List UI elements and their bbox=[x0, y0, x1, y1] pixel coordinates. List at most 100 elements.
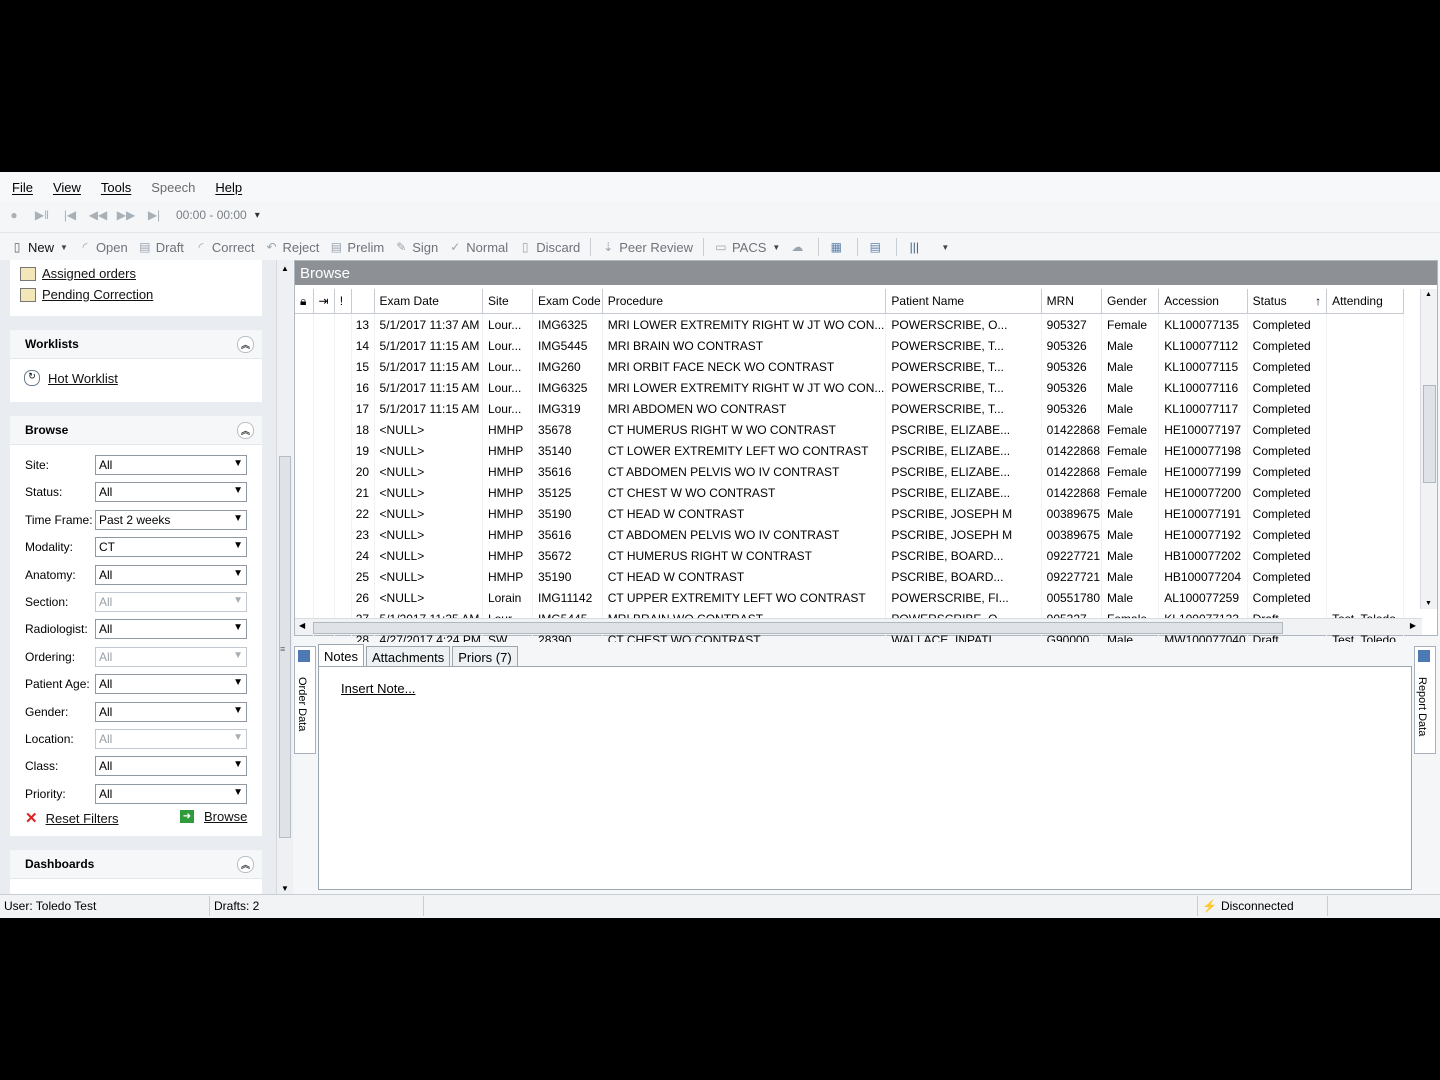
scroll-down-icon[interactable]: ▼ bbox=[1425, 600, 1432, 607]
grid-view-button[interactable]: ▦ bbox=[829, 240, 847, 254]
splitter-grip-icon[interactable]: ≡ bbox=[280, 644, 285, 654]
browse-header[interactable]: Browse ︽ bbox=[10, 416, 262, 445]
discard-button[interactable]: ▯ Discard bbox=[518, 240, 580, 255]
reject-button[interactable]: ↶ Reject bbox=[265, 240, 320, 255]
filter-select-patient-age[interactable]: All ▼ bbox=[95, 674, 247, 695]
skip-start-icon[interactable]: |◀ bbox=[56, 208, 84, 222]
filter-select-priority[interactable]: All ▼ bbox=[95, 783, 247, 804]
table-row[interactable]: 21 <NULL> HMHP 35125 CT CHEST W WO CONTRAST P… bbox=[295, 482, 1437, 503]
grid-horizontal-scrollbar[interactable]: ◀ ▶ bbox=[295, 618, 1422, 635]
table-row[interactable]: 26 <NULL> Lorain IMG11142 CT UPPER EXTREMITY… bbox=[295, 587, 1437, 608]
row-number-column-header[interactable] bbox=[351, 289, 375, 314]
rewind-icon[interactable]: ◀◀ bbox=[84, 208, 112, 222]
collapse-icon[interactable]: ︽ bbox=[237, 421, 254, 439]
column-header-accession[interactable]: Accession bbox=[1158, 289, 1248, 314]
column-header-exam-date[interactable]: Exam Date bbox=[374, 289, 483, 314]
column-header-attending[interactable]: Attending bbox=[1326, 289, 1404, 314]
grid-vertical-scrollbar[interactable]: ▲ ▼ bbox=[1420, 289, 1437, 609]
new-button[interactable]: ▯ New ▼ bbox=[10, 240, 68, 255]
scroll-up-icon[interactable]: ▲ bbox=[281, 264, 289, 273]
column-header-site[interactable]: Site bbox=[482, 289, 534, 314]
menu-help[interactable]: Help bbox=[215, 180, 242, 195]
browse-button[interactable]: ➜ Browse bbox=[180, 809, 247, 824]
open-button[interactable]: ◜ Open bbox=[78, 240, 128, 255]
order-data-tab[interactable]: Order Data bbox=[294, 646, 316, 754]
table-row[interactable]: 14 5/1/2017 11:15 AM Lour... IMG5445 MRI BRA… bbox=[295, 335, 1437, 356]
menu-file[interactable]: File bbox=[12, 180, 33, 195]
sign-button[interactable]: ✎ Sign bbox=[394, 240, 438, 255]
hot-worklist-item[interactable]: ↻ Hot Worklist bbox=[24, 370, 118, 386]
peer-review-button[interactable]: ⇣ Peer Review bbox=[601, 240, 693, 255]
collapse-icon[interactable]: ︽ bbox=[237, 335, 254, 353]
table-row[interactable]: 23 <NULL> HMHP 35616 CT ABDOMEN PELVIS WO IV… bbox=[295, 524, 1437, 545]
menu-view[interactable]: View bbox=[53, 180, 81, 195]
cloud-sync-button[interactable]: ☁ bbox=[790, 240, 808, 254]
correct-button[interactable]: ◜ Correct bbox=[194, 240, 255, 255]
column-header-mrn[interactable]: MRN bbox=[1041, 289, 1103, 314]
table-row[interactable]: 19 <NULL> HMHP 35140 CT LOWER EXTREMITY LEFT… bbox=[295, 440, 1437, 461]
lock-column-header[interactable]: 🔒︎ bbox=[295, 289, 314, 314]
filter-select-time-frame[interactable]: Past 2 weeks ▼ bbox=[95, 509, 247, 530]
collapse-icon[interactable]: ︽ bbox=[237, 855, 254, 873]
assigned-orders-item[interactable]: Assigned orders bbox=[20, 266, 136, 281]
filter-select-anatomy[interactable]: All ▼ bbox=[95, 564, 247, 585]
column-header-exam-code[interactable]: Exam Code bbox=[532, 289, 603, 314]
table-row[interactable]: 13 5/1/2017 11:37 AM Lour... IMG6325 MRI LOW… bbox=[295, 313, 1437, 335]
table-row[interactable]: 20 <NULL> HMHP 35616 CT ABDOMEN PELVIS WO IV… bbox=[295, 461, 1437, 482]
draft-button[interactable]: ▤ Draft bbox=[138, 240, 184, 255]
table-row[interactable]: 25 <NULL> HMHP 35190 CT HEAD W CONTRAST PSCRI… bbox=[295, 566, 1437, 587]
filter-select-status[interactable]: All ▼ bbox=[95, 482, 247, 503]
filter-select-gender[interactable]: All ▼ bbox=[95, 701, 247, 722]
hot-worklist-link[interactable]: Hot Worklist bbox=[48, 371, 118, 386]
record-icon[interactable]: ● bbox=[0, 208, 28, 222]
column-header-gender[interactable]: Gender bbox=[1101, 289, 1160, 314]
table-row[interactable]: 15 5/1/2017 11:15 AM Lour... IMG260 MRI ORBI… bbox=[295, 356, 1437, 377]
table-row[interactable]: 17 5/1/2017 11:15 AM Lour... IMG319 MRI ABDO… bbox=[295, 398, 1437, 419]
table-row[interactable]: 24 <NULL> HMHP 35672 CT HUMERUS RIGHT W CONT… bbox=[295, 545, 1437, 566]
assigned-orders-link[interactable]: Assigned orders bbox=[42, 266, 136, 281]
priority-column-header[interactable]: ! bbox=[334, 289, 353, 314]
reset-filters-button[interactable]: ✕ Reset Filters bbox=[25, 809, 119, 827]
filter-select-site[interactable]: All ▼ bbox=[95, 455, 247, 475]
scrollbar-thumb[interactable] bbox=[313, 622, 1283, 634]
skip-end-icon[interactable]: ▶| bbox=[140, 208, 168, 222]
insert-note-link[interactable]: Insert Note... bbox=[341, 681, 415, 696]
layout-button[interactable]: ▤ bbox=[868, 240, 886, 254]
fast-forward-icon[interactable]: ▶▶ bbox=[112, 208, 140, 222]
filter-select-class[interactable]: All ▼ bbox=[95, 756, 247, 777]
report-data-tab[interactable]: Report Data bbox=[1414, 646, 1436, 754]
menu-tools[interactable]: Tools bbox=[101, 180, 131, 195]
worklists-header[interactable]: Worklists ︽ bbox=[10, 330, 262, 359]
prelim-button[interactable]: ▤ Prelim bbox=[329, 240, 385, 255]
column-header-status[interactable]: Status ↑ bbox=[1247, 289, 1328, 314]
pending-correction-item[interactable]: Pending Correction bbox=[20, 287, 153, 302]
normal-button[interactable]: ✓ Normal bbox=[448, 240, 508, 255]
scroll-up-icon[interactable]: ▲ bbox=[1425, 291, 1432, 298]
dropdown-icon[interactable]: ▾ bbox=[255, 210, 260, 221]
barcode-button[interactable]: ||| bbox=[907, 240, 925, 254]
play-pause-icon[interactable]: ▶‖ bbox=[28, 208, 56, 222]
scroll-right-icon[interactable]: ▶ bbox=[1410, 621, 1416, 630]
tab-notes[interactable]: Notes bbox=[318, 644, 364, 667]
filter-select-modality[interactable]: CT ▼ bbox=[95, 537, 247, 558]
pacs-button[interactable]: ▭ PACS ▼ bbox=[714, 240, 780, 255]
dashboards-header[interactable]: Dashboards ︽ bbox=[10, 850, 262, 879]
left-panel-scrollbar[interactable]: ▲ ▼ ≡ bbox=[276, 260, 293, 895]
toolbar-overflow-button[interactable]: ▼ bbox=[935, 243, 949, 252]
tab-priors[interactable]: Priors (7) bbox=[452, 646, 518, 667]
scrollbar-thumb[interactable] bbox=[1423, 385, 1436, 483]
lock-cell bbox=[295, 503, 314, 524]
table-row[interactable]: 18 <NULL> HMHP 35678 CT HUMERUS RIGHT W WO C… bbox=[295, 419, 1437, 440]
menu-speech[interactable]: Speech bbox=[151, 180, 195, 195]
column-header-patient-name[interactable]: Patient Name bbox=[885, 289, 1042, 314]
scroll-down-icon[interactable]: ▼ bbox=[281, 884, 289, 893]
scroll-left-icon[interactable]: ◀ bbox=[299, 621, 305, 630]
tab-attachments[interactable]: Attachments bbox=[365, 646, 451, 667]
column-header-procedure[interactable]: Procedure bbox=[602, 289, 887, 314]
chevron-down-icon: ▼ bbox=[233, 704, 243, 716]
export-column-header[interactable]: ⇥ bbox=[313, 289, 335, 314]
table-row[interactable]: 16 5/1/2017 11:15 AM Lour... IMG6325 MRI LOW… bbox=[295, 377, 1437, 398]
table-row[interactable]: 22 <NULL> HMHP 35190 CT HEAD W CONTRAST PSCRI… bbox=[295, 503, 1437, 524]
filter-select-radiologist[interactable]: All ▼ bbox=[95, 619, 247, 640]
pending-correction-link[interactable]: Pending Correction bbox=[42, 287, 153, 302]
